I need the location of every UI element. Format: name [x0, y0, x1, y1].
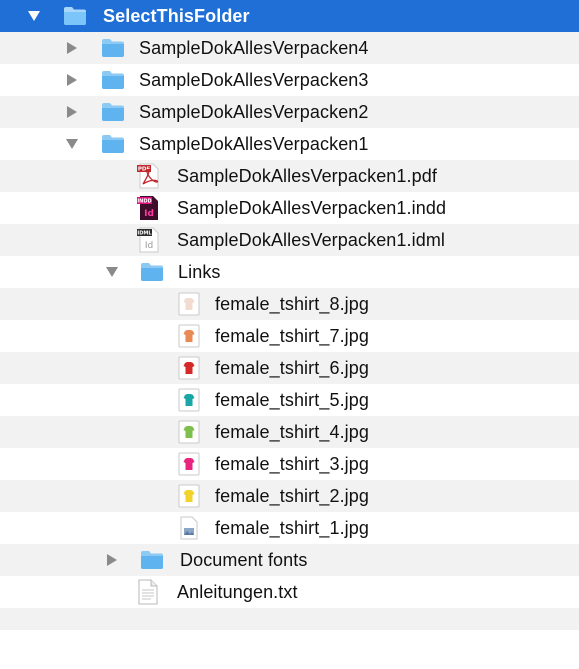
tree-row-label: SampleDokAllesVerpacken2: [139, 101, 369, 122]
tree-row-label: SampleDokAllesVerpacken1.idml: [177, 229, 446, 250]
tree-row-empty: [0, 608, 579, 630]
tree-row-label: female_tshirt_1.jpg: [215, 517, 369, 538]
jpg-thumbnail-icon: [178, 356, 200, 380]
disclosure-expanded-icon[interactable]: [105, 265, 119, 279]
jpg-thumbnail-icon: [178, 452, 200, 476]
tree-row-label: SampleDokAllesVerpacken4: [139, 37, 369, 58]
tree-row-folder[interactable]: SampleDokAllesVerpacken4: [0, 32, 579, 64]
tree-row-file[interactable]: Anleitungen.txt: [0, 576, 579, 608]
tree-row-label: Anleitungen.txt: [177, 581, 298, 602]
tree-row-image[interactable]: female_tshirt_4.jpg: [0, 416, 579, 448]
tree-row-label: SampleDokAllesVerpacken1.pdf: [177, 165, 437, 186]
tree-row-file[interactable]: PDF SampleDokAllesVerpacken1.pdf: [0, 160, 579, 192]
folder-icon: [140, 262, 164, 282]
tree-row-label: female_tshirt_8.jpg: [215, 293, 369, 314]
tree-row-file[interactable]: INDD Id SampleDokAllesVerpacken1.indd: [0, 192, 579, 224]
tree-row-label: Links: [178, 261, 221, 282]
indesign-logo-text: Id: [144, 209, 154, 219]
tree-row-label: SampleDokAllesVerpacken3: [139, 69, 369, 90]
tree-row-image[interactable]: female_tshirt_5.jpg: [0, 384, 579, 416]
disclosure-collapsed-icon[interactable]: [65, 105, 79, 119]
folder-icon: [101, 38, 125, 58]
disclosure-collapsed-icon[interactable]: [105, 553, 119, 567]
file-tree: SelectThisFolder SampleDokAllesVerpacken…: [0, 0, 579, 669]
tree-row-label: SampleDokAllesVerpacken1: [139, 133, 369, 154]
tree-row-file[interactable]: IDML Id SampleDokAllesVerpacken1.idml: [0, 224, 579, 256]
indesign-file-icon: INDD Id: [137, 195, 161, 221]
idml-badge-text: IDML: [137, 231, 152, 237]
folder-icon: [101, 102, 125, 122]
folder-icon: [101, 70, 125, 90]
text-file-icon: [137, 579, 159, 605]
jpg-thumbnail-icon: [178, 292, 200, 316]
idml-file-icon: IDML Id: [137, 227, 161, 253]
disclosure-collapsed-icon[interactable]: [65, 41, 79, 55]
disclosure-expanded-icon[interactable]: [27, 9, 41, 23]
tree-row-image[interactable]: female_tshirt_7.jpg: [0, 320, 579, 352]
tree-row-label: Document fonts: [180, 549, 308, 570]
tree-row-root[interactable]: SelectThisFolder: [0, 0, 579, 32]
tree-row-label: female_tshirt_2.jpg: [215, 485, 369, 506]
tree-row-folder[interactable]: SampleDokAllesVerpacken3: [0, 64, 579, 96]
tree-row-label: SampleDokAllesVerpacken1.indd: [177, 197, 447, 218]
disclosure-expanded-icon[interactable]: [65, 137, 79, 151]
tree-row-image[interactable]: female_tshirt_6.jpg: [0, 352, 579, 384]
jpg-thumbnail-icon: [178, 484, 200, 508]
jpg-thumbnail-icon: [178, 420, 200, 444]
jpg-file-icon: [178, 516, 200, 540]
folder-icon: [63, 6, 87, 26]
tree-row-folder[interactable]: SampleDokAllesVerpacken2: [0, 96, 579, 128]
tree-row-folder[interactable]: Links: [0, 256, 579, 288]
indd-badge-text: INDD: [137, 199, 151, 205]
tree-row-folder[interactable]: Document fonts: [0, 544, 579, 576]
tree-row-label: female_tshirt_5.jpg: [215, 389, 369, 410]
tree-row-label: female_tshirt_7.jpg: [215, 325, 369, 346]
tree-row-label: SelectThisFolder: [103, 5, 250, 26]
tree-row-label: female_tshirt_4.jpg: [215, 421, 369, 442]
tree-row-image[interactable]: female_tshirt_2.jpg: [0, 480, 579, 512]
tree-row-image[interactable]: female_tshirt_8.jpg: [0, 288, 579, 320]
tree-row-image[interactable]: female_tshirt_3.jpg: [0, 448, 579, 480]
tree-row-label: female_tshirt_3.jpg: [215, 453, 369, 474]
tree-row-image[interactable]: female_tshirt_1.jpg: [0, 512, 579, 544]
tree-row-label: female_tshirt_6.jpg: [215, 357, 369, 378]
jpg-thumbnail-icon: [178, 324, 200, 348]
pdf-file-icon: PDF: [137, 163, 161, 189]
jpg-thumbnail-icon: [178, 388, 200, 412]
folder-icon: [101, 134, 125, 154]
idml-logo-text: Id: [145, 241, 153, 251]
disclosure-collapsed-icon[interactable]: [65, 73, 79, 87]
tree-row-folder[interactable]: SampleDokAllesVerpacken1: [0, 128, 579, 160]
folder-icon: [140, 550, 164, 570]
